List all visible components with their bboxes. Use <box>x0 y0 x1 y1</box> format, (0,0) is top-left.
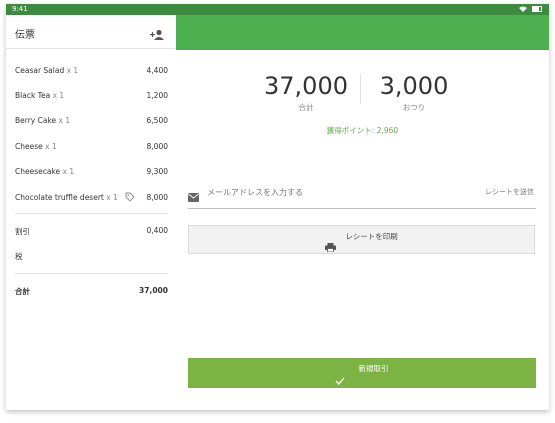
main-header-bar <box>176 15 549 50</box>
mail-icon <box>188 187 199 202</box>
print-receipt-button[interactable]: レシートを印刷 <box>188 225 535 254</box>
order-item-row[interactable]: Ceasar Salad x 1 4,400 <box>15 66 168 80</box>
order-item-name: Cheesecake x 1 <box>15 167 75 176</box>
order-item-price: 1,200 <box>146 91 168 100</box>
email-input[interactable] <box>207 185 437 199</box>
order-item-row[interactable]: Cheesecake x 1 9,300 <box>15 167 168 181</box>
divider <box>15 273 168 274</box>
sidebar-title: 伝票 <box>15 30 35 41</box>
order-item-price: 6,500 <box>146 116 168 125</box>
order-item-row[interactable]: Cheese x 1 8,000 <box>15 142 168 156</box>
order-item-name: Berry Cake x 1 <box>15 116 71 125</box>
printer-icon <box>325 237 337 252</box>
total-amount: 37,000 <box>264 72 348 100</box>
payment-panel: 37,000 合計 3,000 おつり 獲得ポイント: 2,960 レシートを送… <box>176 50 549 410</box>
total-amount-block: 37,000 合計 <box>256 72 356 113</box>
amount-divider <box>360 74 361 104</box>
points-earned: 獲得ポイント: 2,960 <box>326 126 399 135</box>
change-amount-block: 3,000 おつり <box>366 72 462 113</box>
order-item-name: Chocolate truffle desert x 1 <box>15 193 118 202</box>
wifi-icon <box>518 5 529 13</box>
new-transaction-button[interactable]: 新規取引 <box>188 358 536 388</box>
total-row: 合計 37,000 <box>15 286 168 300</box>
check-icon <box>335 370 345 385</box>
tax-label: 税 <box>15 252 23 261</box>
email-field-row: レシートを送信 <box>188 178 536 209</box>
total-caption: 合計 <box>298 103 314 112</box>
total-value: 37,000 <box>139 286 168 295</box>
sidebar-header: 伝票 <box>6 15 176 49</box>
divider <box>15 213 168 214</box>
receipt-sidebar: 伝票 Ceasar Salad x 1 4,400 Black Tea x 1 … <box>6 15 177 410</box>
change-amount: 3,000 <box>379 72 449 100</box>
send-receipt-button[interactable]: レシートを送信 <box>485 187 534 197</box>
order-item-name: Cheese x 1 <box>15 142 57 151</box>
add-customer-icon[interactable] <box>150 26 164 40</box>
discount-value: 0,400 <box>146 226 168 235</box>
order-item-price: 4,400 <box>146 66 168 75</box>
total-label: 合計 <box>15 287 30 296</box>
status-icons <box>518 5 542 13</box>
order-item-row[interactable]: Black Tea x 1 1,200 <box>15 91 168 105</box>
order-item-name: Black Tea x 1 <box>15 91 65 100</box>
order-item-price: 9,300 <box>146 167 168 176</box>
tax-row: 税 <box>15 251 168 265</box>
status-bar: 9:41 <box>6 4 549 15</box>
discount-label: 割引 <box>15 227 30 236</box>
tag-icon[interactable] <box>125 192 135 202</box>
pos-screen: 9:41 伝票 Ceasar Salad x 1 4,400 Black Tea… <box>6 4 549 410</box>
status-time: 9:41 <box>12 5 28 13</box>
order-item-price: 8,000 <box>146 142 168 151</box>
order-item-row[interactable]: Chocolate truffle desert x 1 8,000 <box>15 192 168 207</box>
discount-row: 割引 0,400 <box>15 226 168 240</box>
change-caption: おつり <box>402 103 426 112</box>
new-transaction-label: 新規取引 <box>358 364 389 373</box>
battery-icon <box>532 6 542 12</box>
order-item-name: Ceasar Salad x 1 <box>15 66 79 75</box>
order-item-price: 8,000 <box>146 193 168 202</box>
print-receipt-label: レシートを印刷 <box>345 232 398 241</box>
order-item-row[interactable]: Berry Cake x 1 6,500 <box>15 116 168 130</box>
